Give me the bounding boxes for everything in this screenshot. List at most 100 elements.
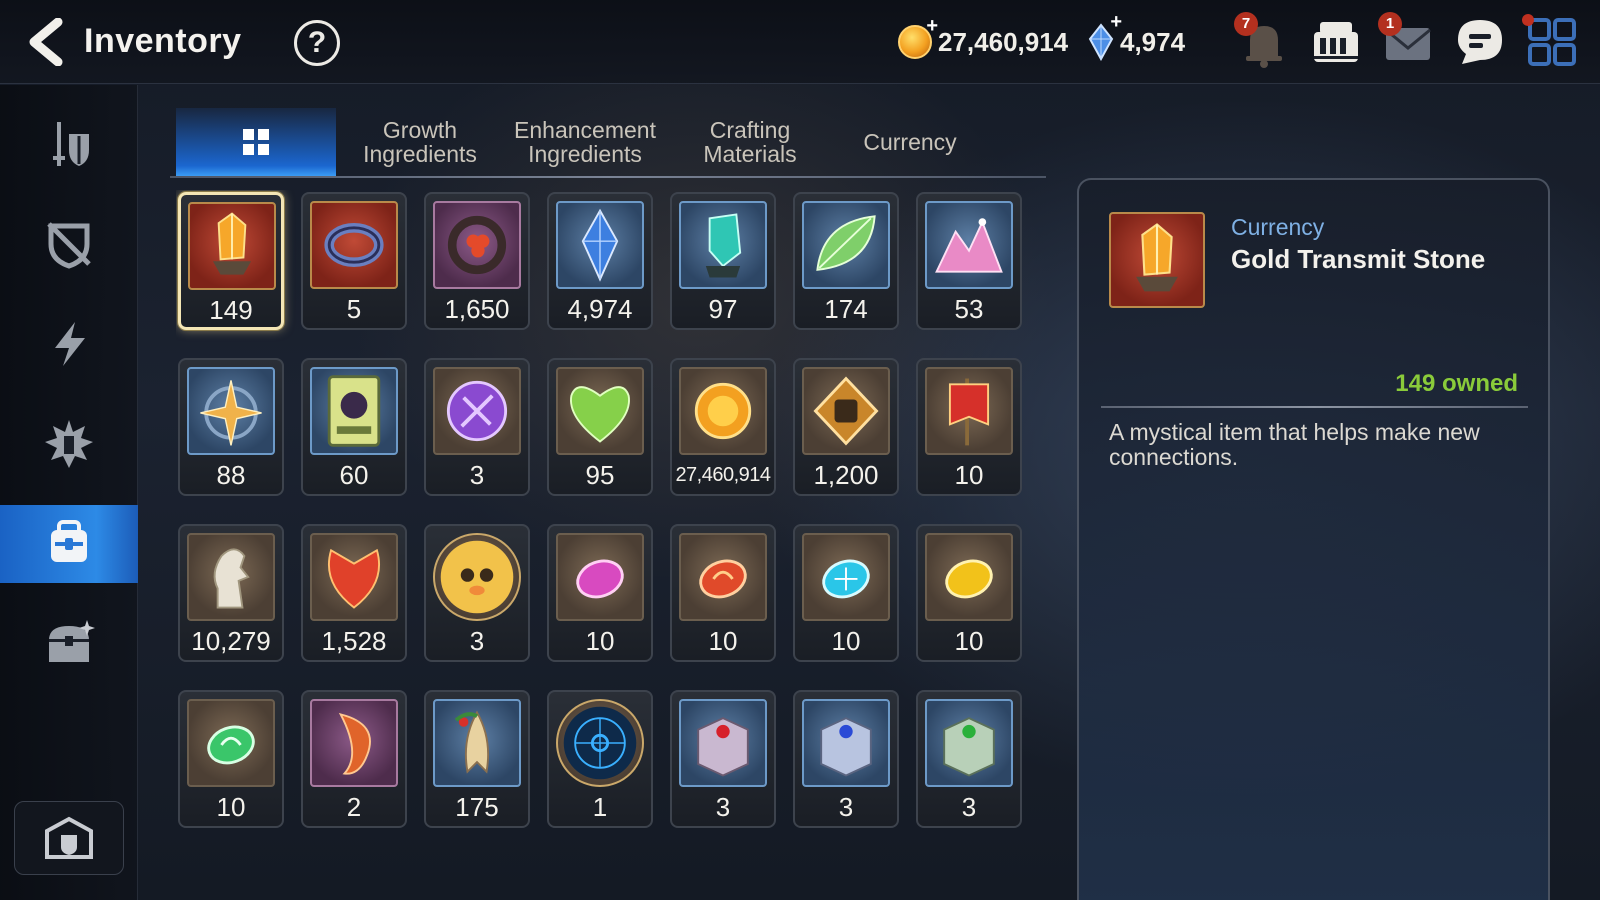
inventory-item[interactable]: 5 [301, 192, 407, 330]
inventory-item[interactable]: 3 [670, 690, 776, 828]
item-count: 149 [209, 295, 253, 325]
sidebar-item-catalysts[interactable] [0, 305, 138, 383]
white-knight-icon [187, 533, 275, 621]
sidebar-item-artifacts[interactable] [0, 205, 138, 283]
category-tabs: Growth Ingredients Enhancement Ingredien… [170, 108, 1046, 178]
sidebar-item-inventory[interactable] [0, 505, 138, 583]
mail-badge: 1 [1378, 12, 1402, 36]
gold-transmit-stone-icon [188, 202, 276, 290]
inventory-item[interactable]: 97 [670, 192, 776, 330]
top-bar: Inventory ? + 27,460,914 + 4,974 7 1 [0, 0, 1600, 84]
inventory-item[interactable]: 1,650 [424, 192, 530, 330]
equipment-icon [53, 122, 89, 166]
red-fox-tail-icon [310, 699, 398, 787]
charm-ring-icon [310, 201, 398, 289]
inventory-item[interactable]: 53 [916, 192, 1022, 330]
inventory-item[interactable]: 10 [178, 690, 284, 828]
item-count: 174 [824, 294, 868, 324]
inventory-item[interactable]: 10 [547, 524, 653, 662]
tab-growth-ingredients[interactable]: Growth Ingredients [340, 108, 500, 176]
leaf-icon [802, 201, 890, 289]
blue-crystal-icon [556, 201, 644, 289]
chest-icon [49, 620, 95, 662]
inventory-item[interactable]: 95 [547, 358, 653, 496]
notification-badge: 7 [1234, 12, 1258, 36]
chat-icon[interactable] [1452, 14, 1508, 70]
green-heart-icon [556, 367, 644, 455]
inventory-item[interactable]: 3 [793, 690, 899, 828]
fist-emblem-icon [802, 367, 890, 455]
inventory-item[interactable]: 27,460,914 [670, 358, 776, 496]
red-leaf-icon [310, 533, 398, 621]
tab-currency[interactable]: Currency [830, 108, 990, 176]
flower-ring-icon [433, 201, 521, 289]
item-count: 95 [585, 460, 615, 490]
inventory-item[interactable]: 4,974 [547, 192, 653, 330]
inventory-item[interactable]: 1,200 [793, 358, 899, 496]
inventory-item[interactable]: 60 [301, 358, 407, 496]
gold-coin-icon: + [898, 15, 938, 59]
green-swirl-gem-icon [187, 699, 275, 787]
item-count: 10 [954, 460, 984, 490]
item-count: 53 [954, 294, 984, 324]
item-detail-panel: Currency Gold Transmit Stone 149 owned A… [1077, 178, 1550, 900]
item-count: 10 [585, 626, 615, 656]
artifact-shield-icon [47, 222, 91, 269]
notification-bell-icon[interactable]: 7 [1234, 12, 1292, 70]
item-grid: 149 5 1,650 4,974 97 174 53 88 60 3 95 27,460,914 1,… [176, 190, 1036, 900]
blue-rune-orb-icon [556, 699, 644, 787]
inventory-item[interactable]: 88 [178, 358, 284, 496]
gold-transmit-stone-icon [1109, 212, 1205, 308]
inventory-item[interactable]: 10 [793, 524, 899, 662]
item-count: 3 [838, 792, 854, 822]
inventory-item[interactable]: 3 [424, 524, 530, 662]
red-jewel-box-icon [679, 699, 767, 787]
pink-crystal-pile-icon [925, 201, 1013, 289]
inventory-item[interactable]: 10 [916, 524, 1022, 662]
menu-grid-icon[interactable] [1522, 14, 1580, 70]
inventory-item[interactable]: 3 [424, 358, 530, 496]
inventory-item[interactable]: 1 [547, 690, 653, 828]
mail-icon[interactable]: 1 [1378, 12, 1436, 70]
item-count: 60 [339, 460, 369, 490]
tab-divider [170, 176, 1046, 178]
item-count: 1,528 [321, 626, 387, 656]
sidebar-item-chest[interactable] [0, 605, 138, 683]
inventory-item[interactable]: 2 [301, 690, 407, 828]
item-count: 3 [961, 792, 977, 822]
gem-currency[interactable]: + 4,974 [1088, 11, 1185, 62]
back-arrow-icon[interactable] [24, 17, 68, 67]
inventory-item[interactable]: 174 [793, 192, 899, 330]
tab-all[interactable] [176, 108, 336, 176]
sidebar-item-equipment[interactable] [0, 105, 138, 183]
item-count: 10 [831, 626, 861, 656]
inventory-item[interactable]: 10 [916, 358, 1022, 496]
blue-jewel-box-icon [802, 699, 890, 787]
detail-divider [1101, 406, 1528, 408]
inventory-item[interactable]: 149 [178, 192, 284, 330]
item-count: 1,200 [813, 460, 879, 490]
inventory-item[interactable]: 10,279 [178, 524, 284, 662]
sidebar-item-specialty[interactable] [0, 405, 138, 483]
tab-enhancement-ingredients[interactable]: Enhancement Ingredients [500, 108, 670, 176]
inventory-item[interactable]: 175 [424, 690, 530, 828]
inventory-item[interactable]: 1,528 [301, 524, 407, 662]
gold-currency[interactable]: + 27,460,914 [898, 15, 1068, 62]
item-count: 3 [469, 460, 485, 490]
gold-coin-icon [679, 367, 767, 455]
storage-button[interactable] [14, 801, 124, 875]
inventory-item[interactable]: 10 [670, 524, 776, 662]
item-count: 1 [592, 792, 608, 822]
skystone-icon: + [1088, 11, 1122, 62]
help-button[interactable]: ? [294, 20, 340, 66]
purple-seal-icon [433, 367, 521, 455]
ginseng-icon [433, 699, 521, 787]
tab-crafting-materials[interactable]: Crafting Materials [670, 108, 830, 176]
inventory-item[interactable]: 3 [916, 690, 1022, 828]
star-medal-icon [187, 367, 275, 455]
item-count: 10 [216, 792, 246, 822]
item-count: 88 [216, 460, 246, 490]
detail-owned-count: 149 owned [1395, 370, 1518, 397]
bookshelf-icon[interactable] [1308, 14, 1364, 70]
mascot-round-icon [433, 533, 521, 621]
